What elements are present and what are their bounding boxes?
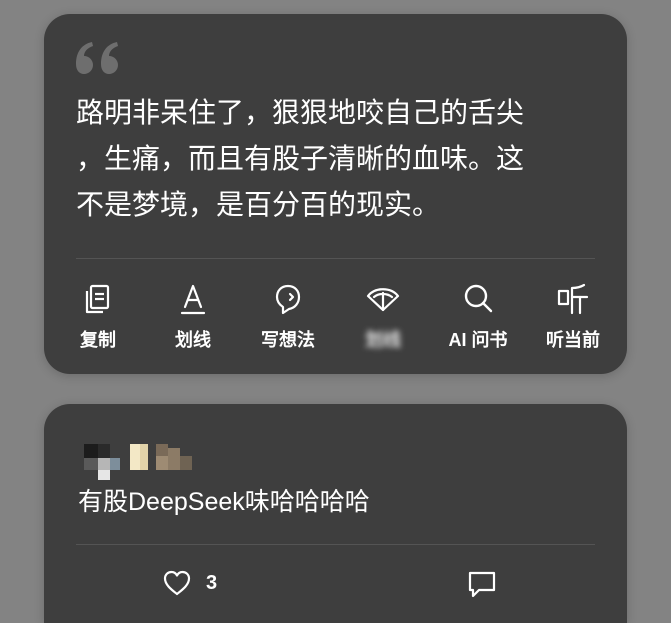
quote-line: 不是梦境，是百分百的现实。 bbox=[76, 188, 441, 221]
comment-card: 有股DeepSeek味哈哈哈哈 3 bbox=[44, 404, 627, 623]
like-button[interactable]: 3 bbox=[162, 568, 217, 598]
quote-line: ，生痛，而且有股子清晰的血味。这 bbox=[76, 142, 525, 175]
ai-ask-book-button[interactable]: AI 问书 bbox=[434, 282, 522, 362]
listen-current-label: 听当前 bbox=[546, 330, 600, 350]
copy-icon bbox=[85, 284, 110, 314]
reply-button[interactable] bbox=[466, 568, 498, 600]
share-button[interactable]: 划线 bbox=[339, 282, 427, 362]
quote-line: 路明非呆住了，狠狠地咬自己的舌尖 bbox=[76, 96, 525, 129]
ai-ask-book-label: AI 问书 bbox=[448, 330, 508, 350]
underline-icon bbox=[180, 284, 206, 315]
copy-button[interactable]: 复制 bbox=[54, 282, 142, 362]
like-count: 3 bbox=[206, 571, 218, 594]
heart-icon bbox=[163, 570, 191, 596]
share-fan-icon bbox=[366, 288, 400, 312]
listen-icon bbox=[557, 283, 589, 315]
comment-bubble-icon bbox=[468, 571, 496, 598]
listen-current-button[interactable]: 听当前 bbox=[529, 282, 617, 362]
write-thought-button[interactable]: 写想法 bbox=[244, 282, 332, 362]
quote-text: 路明非呆住了，狠狠地咬自己的舌尖 ，生痛，而且有股子清晰的血味。这 不是梦境，是… bbox=[76, 90, 596, 228]
comment-divider bbox=[76, 544, 595, 545]
selection-action-bar: 复制 划线 写想法 划线 AI 问书 听当前 bbox=[54, 282, 617, 362]
thought-bubble-icon bbox=[275, 284, 301, 315]
quote-popover-card: 路明非呆住了，狠狠地咬自己的舌尖 ，生痛，而且有股子清晰的血味。这 不是梦境，是… bbox=[44, 14, 627, 374]
quote-mark-icon bbox=[76, 42, 118, 74]
search-icon bbox=[464, 284, 493, 313]
comment-text: 有股DeepSeek味哈哈哈哈 bbox=[78, 488, 370, 516]
copy-label: 复制 bbox=[80, 330, 116, 350]
write-thought-label: 写想法 bbox=[261, 330, 315, 350]
share-label: 划线 bbox=[365, 330, 401, 350]
underline-label: 划线 bbox=[175, 330, 211, 350]
popover-divider bbox=[76, 258, 595, 259]
page: 路明非呆住了，狠狠地咬自己的舌尖 ，生痛，而且有股子清晰的血味。这 不是梦境，是… bbox=[0, 0, 671, 623]
obscured-username bbox=[84, 444, 208, 484]
underline-button[interactable]: 划线 bbox=[149, 282, 237, 362]
